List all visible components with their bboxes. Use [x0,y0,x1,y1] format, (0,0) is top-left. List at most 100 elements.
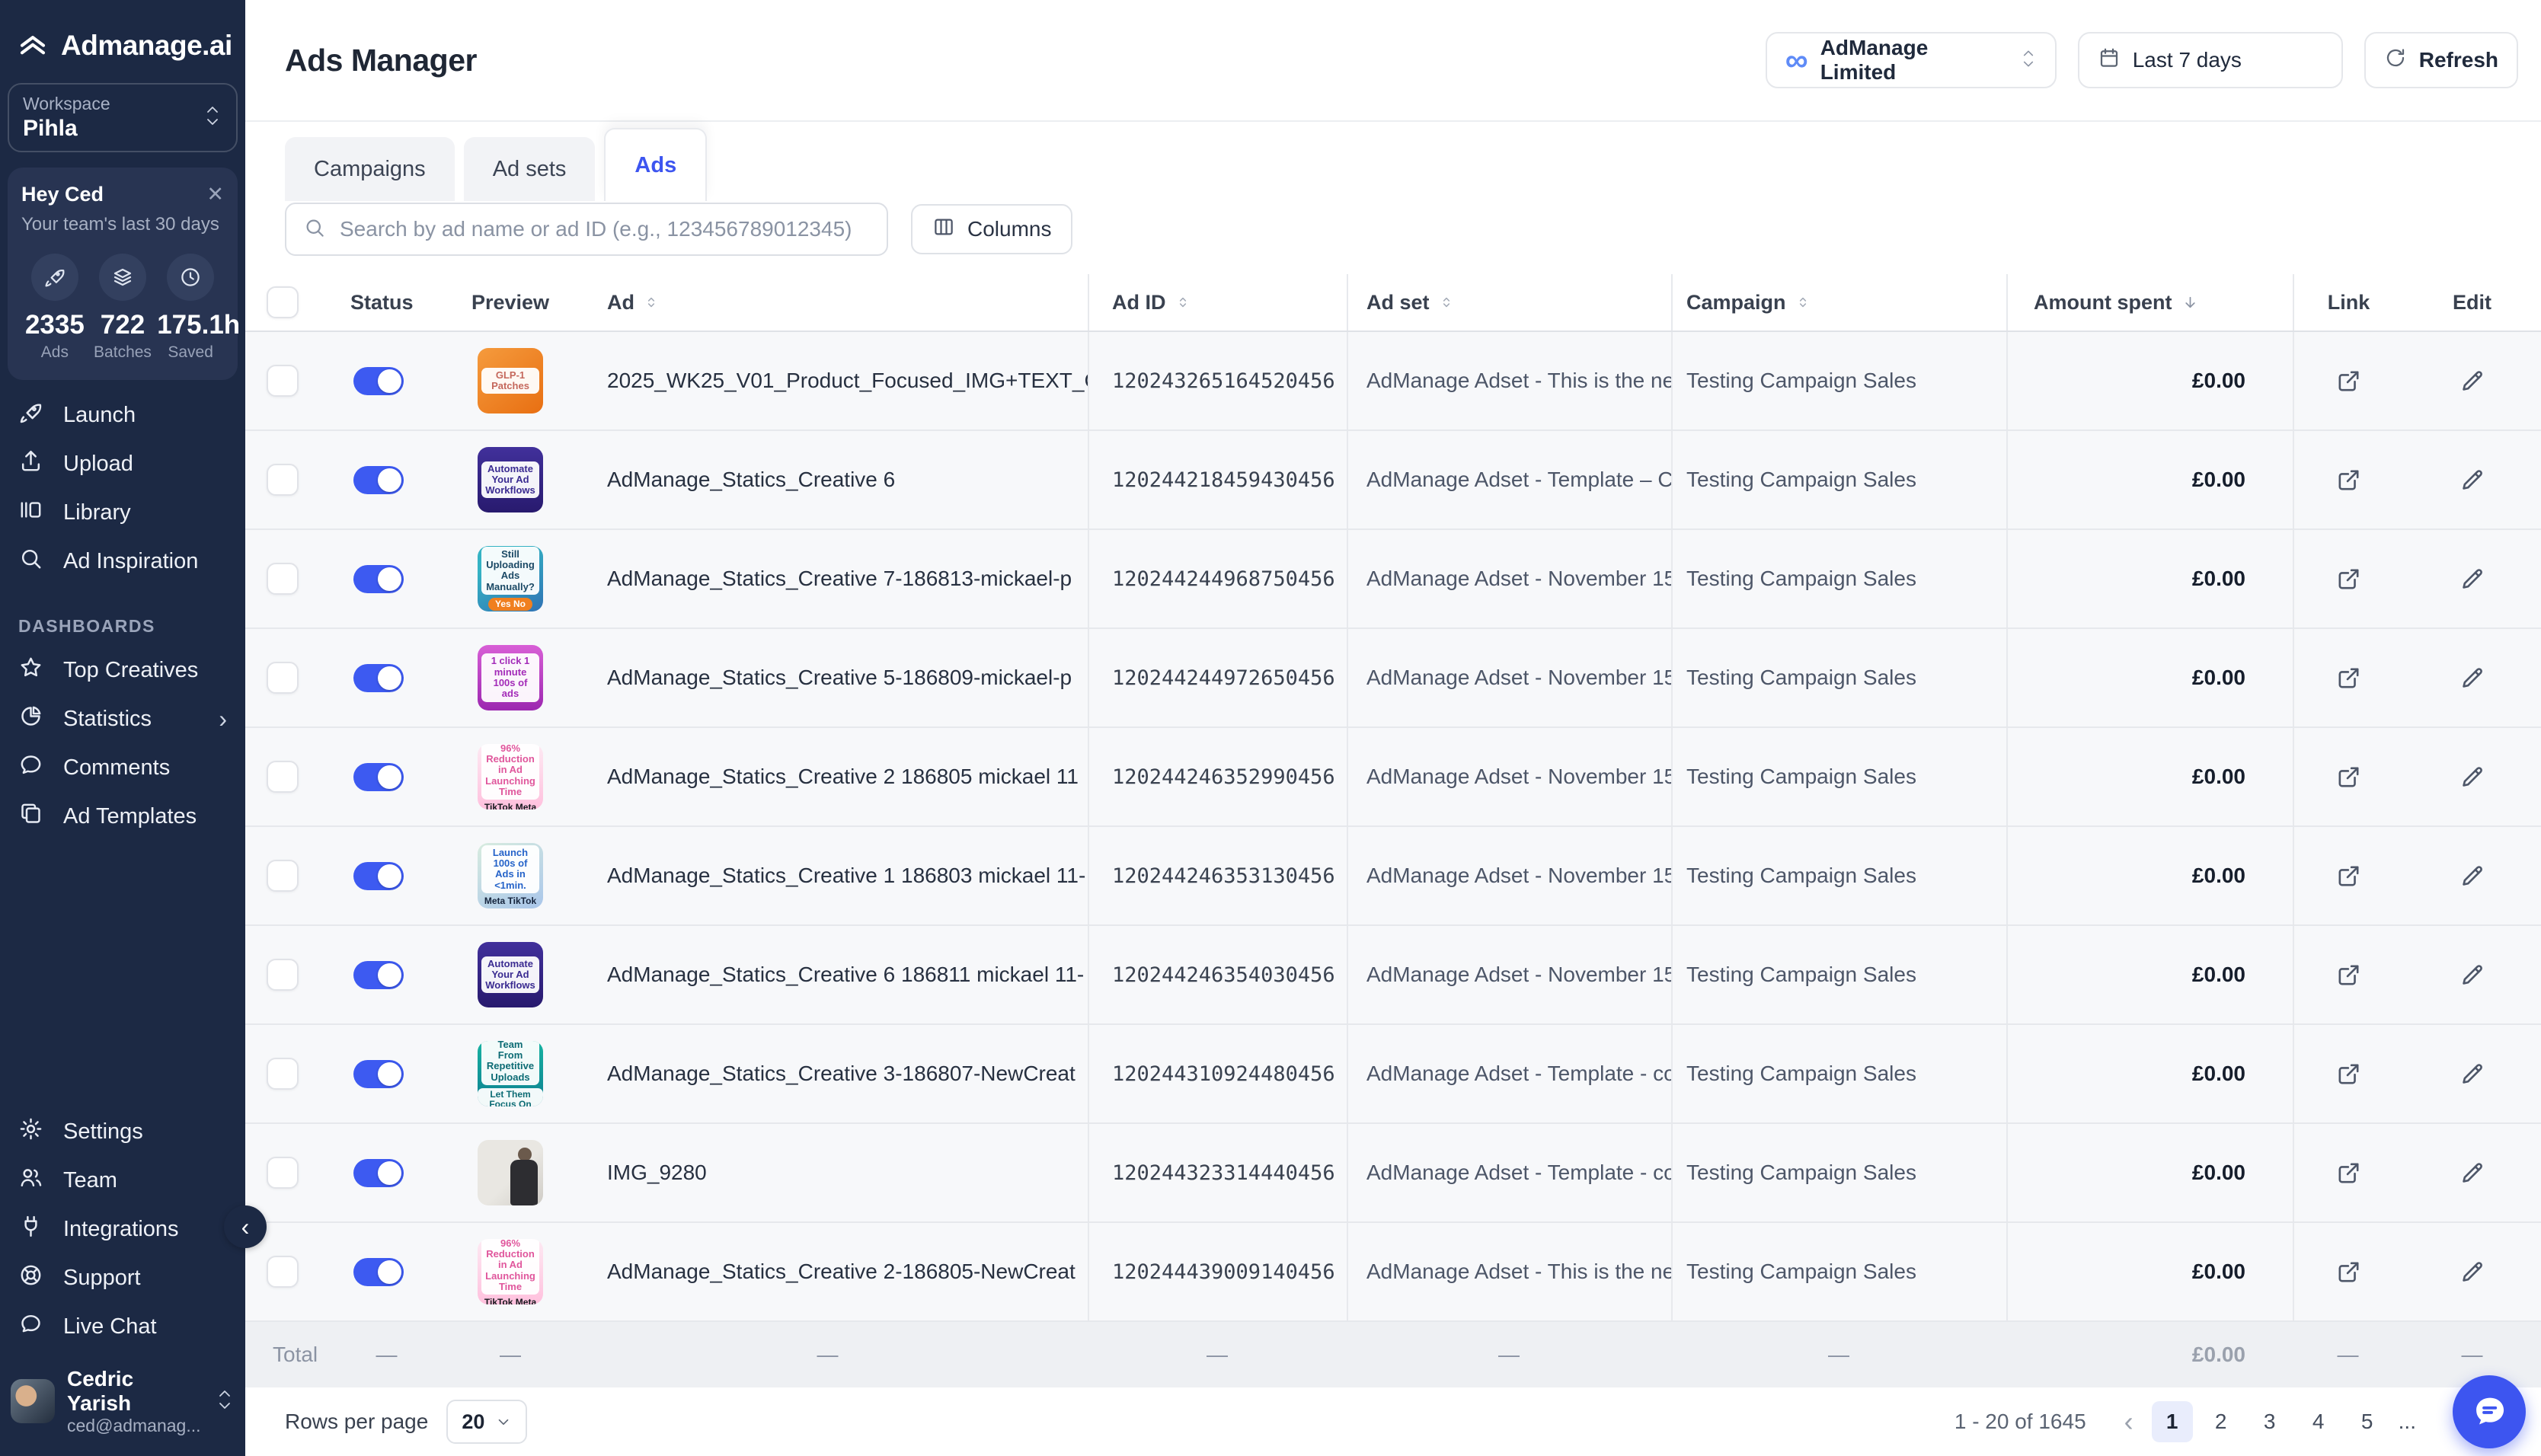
sidebar-item-support[interactable]: Support [0,1254,245,1303]
sidebar-item-upload[interactable]: Upload [0,439,245,488]
sidebar-item-ad-templates[interactable]: Ad Templates [0,792,245,841]
external-link-icon[interactable] [2326,952,2372,998]
column-header-ad[interactable]: Ad [567,274,1088,330]
sidebar-item-settings[interactable]: Settings [0,1108,245,1157]
page-button-2[interactable]: 2 [2201,1401,2242,1442]
ad-preview-thumbnail[interactable]: 96% Reduction in Ad Launching Time TikTo… [478,1239,543,1304]
preview-subtext: TikTok Meta [484,803,536,809]
refresh-button[interactable]: Refresh [2364,32,2518,88]
select-all-checkbox[interactable] [267,286,299,318]
edit-pencil-icon[interactable] [2450,556,2495,602]
tab-campaigns[interactable]: Campaigns [285,137,455,201]
sidebar-item-live-chat[interactable]: Live Chat [0,1303,245,1352]
page-button-5[interactable]: 5 [2347,1401,2388,1442]
sidebar-collapse-button[interactable]: ‹ [224,1205,267,1248]
external-link-icon[interactable] [2326,853,2372,899]
search-input[interactable] [338,216,870,242]
edit-pencil-icon[interactable] [2450,358,2495,404]
status-toggle[interactable] [353,367,404,395]
status-toggle[interactable] [353,565,404,593]
column-header-amount-spent[interactable]: Amount spent [2006,274,2293,330]
edit-pencil-icon[interactable] [2450,1249,2495,1295]
ad-preview-thumbnail[interactable] [478,1140,543,1205]
column-header-ad-set[interactable]: Ad set [1347,274,1671,330]
live-chat-fab[interactable] [2453,1375,2526,1448]
page-button-3[interactable]: 3 [2249,1401,2290,1442]
sidebar-item-team[interactable]: Team [0,1157,245,1205]
brand[interactable]: Admanage.ai [0,0,245,80]
ad-preview-thumbnail[interactable]: 96% Reduction in Ad Launching Time TikTo… [478,744,543,809]
total-campaign-dash: — [1671,1343,2006,1367]
row-checkbox[interactable] [267,860,299,892]
edit-pencil-icon[interactable] [2450,1051,2495,1097]
page-button-1[interactable]: 1 [2152,1401,2193,1442]
sidebar-item-launch[interactable]: Launch [0,391,245,439]
external-link-icon[interactable] [2326,358,2372,404]
external-link-icon[interactable] [2326,457,2372,503]
sidebar-item-top-creatives[interactable]: Top Creatives [0,646,245,694]
external-link-icon[interactable] [2326,655,2372,701]
stat-ads-label: Ads [21,343,88,362]
tab-ads[interactable]: Ads [604,128,707,201]
row-checkbox[interactable] [267,761,299,793]
table-row: 1 click 1 minute 100s of ads AdManage_St… [245,629,2541,728]
ad-preview-thumbnail[interactable]: Automate Your Ad Workflows [478,447,543,512]
row-checkbox[interactable] [267,959,299,991]
tab-ad-sets[interactable]: Ad sets [464,137,596,201]
account-selector[interactable]: ∞ AdManage Limited [1766,32,2057,88]
amount-spent: £0.00 [2192,1260,2245,1284]
previous-page-icon[interactable]: ‹ [2114,1406,2144,1438]
ad-preview-thumbnail[interactable]: Automate Your Ad Workflows [478,942,543,1007]
total-ad-id-dash: — [1088,1343,1347,1367]
external-link-icon[interactable] [2326,556,2372,602]
status-toggle[interactable] [353,1060,404,1088]
user-name: Cedric Yarish [67,1367,203,1416]
sidebar-item-library[interactable]: Library [0,488,245,537]
row-checkbox[interactable] [267,662,299,694]
status-toggle[interactable] [353,763,404,791]
columns-button[interactable]: Columns [911,204,1072,254]
column-header-ad-id[interactable]: Ad ID [1088,274,1347,330]
external-link-icon[interactable] [2326,1249,2372,1295]
ad-preview-thumbnail[interactable]: 1 click 1 minute 100s of ads [478,645,543,710]
sidebar-item-ad-inspiration[interactable]: Ad Inspiration [0,537,245,586]
column-header-campaign[interactable]: Campaign [1671,274,2006,330]
sidebar-item-integrations[interactable]: Integrations [0,1205,245,1254]
status-toggle[interactable] [353,1159,404,1187]
status-toggle[interactable] [353,664,404,692]
ad-preview-thumbnail[interactable]: GLP-1 Patches [478,348,543,413]
row-checkbox[interactable] [267,464,299,496]
row-checkbox[interactable] [267,365,299,397]
external-link-icon[interactable] [2326,1051,2372,1097]
ad-preview-thumbnail[interactable]: Still Uploading Ads Manually? Yes No [478,546,543,611]
close-icon[interactable]: ✕ [206,183,224,206]
rows-per-page-select[interactable]: 20 [446,1400,527,1444]
workspace-name: Pihla [23,116,110,142]
workspace-selector[interactable]: Workspace Pihla [8,83,238,152]
edit-pencil-icon[interactable] [2450,754,2495,800]
external-link-icon[interactable] [2326,754,2372,800]
page-button-4[interactable]: 4 [2298,1401,2339,1442]
edit-pencil-icon[interactable] [2450,952,2495,998]
row-checkbox[interactable] [267,1157,299,1189]
edit-pencil-icon[interactable] [2450,853,2495,899]
edit-pencil-icon[interactable] [2450,457,2495,503]
date-range-picker[interactable]: Last 7 days [2078,32,2343,88]
sidebar-item-statistics[interactable]: Statistics › [0,694,245,743]
sidebar-item-comments[interactable]: Comments [0,743,245,792]
external-link-icon[interactable] [2326,1150,2372,1196]
edit-pencil-icon[interactable] [2450,1150,2495,1196]
ad-preview-thumbnail[interactable]: Launch 100s of Ads in <1min. Meta TikTok [478,843,543,908]
edit-pencil-icon[interactable] [2450,655,2495,701]
status-toggle[interactable] [353,1258,404,1286]
user-menu[interactable]: Cedric Yarish ced@admanag... [0,1352,245,1456]
row-checkbox[interactable] [267,1256,299,1288]
row-checkbox[interactable] [267,1058,299,1090]
status-toggle[interactable] [353,961,404,989]
status-toggle[interactable] [353,862,404,890]
status-toggle[interactable] [353,466,404,494]
sidebar-footer-nav: Settings Team Integrations Support Live … [0,1108,245,1456]
ad-name: IMG_9280 [607,1161,707,1185]
row-checkbox[interactable] [267,563,299,595]
ad-preview-thumbnail[interactable]: Free Your Team From Repetitive Uploads L… [478,1041,543,1106]
